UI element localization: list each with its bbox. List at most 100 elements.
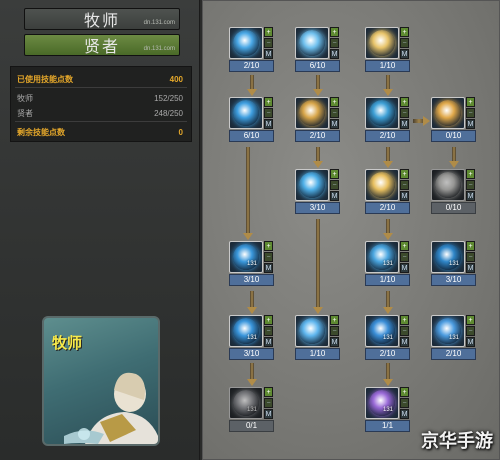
skill-icon-frame[interactable] bbox=[295, 169, 329, 201]
skill-max-button[interactable]: M bbox=[264, 119, 273, 129]
skill-icon-frame[interactable]: 131 bbox=[365, 241, 399, 273]
skill-slot[interactable]: + − M 6/10 bbox=[295, 27, 343, 75]
skill-slot[interactable]: 131 + − M 3/10 bbox=[229, 241, 277, 289]
skill-minus-button[interactable]: − bbox=[466, 326, 475, 336]
skill-max-button[interactable]: M bbox=[264, 409, 273, 419]
skill-plus-button[interactable]: + bbox=[466, 97, 475, 107]
cross-icon bbox=[299, 30, 325, 56]
skill-slot[interactable]: 131 + − M 3/10 bbox=[229, 315, 277, 363]
skill-plus-button[interactable]: + bbox=[400, 315, 409, 325]
skill-plus-button[interactable]: + bbox=[330, 169, 339, 179]
skill-icon-frame[interactable]: 131 bbox=[431, 241, 465, 273]
skill-plus-button[interactable]: + bbox=[264, 387, 273, 397]
skill-slot[interactable]: + − M 2/10 bbox=[229, 27, 277, 75]
skill-minus-button[interactable]: − bbox=[330, 38, 339, 48]
skill-plus-button[interactable]: + bbox=[400, 169, 409, 179]
arrow-down-icon bbox=[247, 307, 257, 314]
skill-max-button[interactable]: M bbox=[330, 337, 339, 347]
skill-icon-frame[interactable] bbox=[229, 27, 263, 59]
skill-plus-button[interactable]: + bbox=[330, 97, 339, 107]
skill-icon-frame[interactable] bbox=[229, 97, 263, 129]
skill-slot[interactable]: + − M 0/10 bbox=[431, 169, 479, 217]
skill-minus-button[interactable]: − bbox=[466, 252, 475, 262]
skill-icon-frame[interactable]: 131 bbox=[365, 387, 399, 419]
skill-minus-button[interactable]: − bbox=[400, 398, 409, 408]
skill-icon-frame[interactable]: 131 bbox=[365, 315, 399, 347]
skill-max-button[interactable]: M bbox=[466, 191, 475, 201]
skill-max-button[interactable]: M bbox=[330, 191, 339, 201]
skill-slot[interactable]: + − M 2/10 bbox=[295, 97, 343, 145]
skill-max-button[interactable]: M bbox=[330, 49, 339, 59]
skill-minus-button[interactable]: − bbox=[400, 252, 409, 262]
skill-minus-button[interactable]: − bbox=[466, 180, 475, 190]
skill-minus-button[interactable]: − bbox=[400, 326, 409, 336]
skill-plus-button[interactable]: + bbox=[330, 27, 339, 37]
skill-slot[interactable]: 131 + − M 3/10 bbox=[431, 241, 479, 289]
skill-icon-frame[interactable] bbox=[431, 97, 465, 129]
skill-slot[interactable]: 131 + − M 1/10 bbox=[365, 241, 413, 289]
skill-slot[interactable]: + − M 0/10 bbox=[431, 97, 479, 145]
skill-minus-button[interactable]: − bbox=[264, 252, 273, 262]
skill-icon-frame[interactable] bbox=[431, 169, 465, 201]
skill-minus-button[interactable]: − bbox=[264, 38, 273, 48]
skill-plus-button[interactable]: + bbox=[264, 315, 273, 325]
skill-slot[interactable]: + − M 2/10 bbox=[365, 169, 413, 217]
sage-points-label: 贤者 bbox=[17, 108, 33, 118]
skill-max-button[interactable]: M bbox=[466, 337, 475, 347]
skill-slot[interactable]: 131 + − M 0/1 bbox=[229, 387, 277, 435]
skill-max-button[interactable]: M bbox=[264, 49, 273, 59]
skill-minus-button[interactable]: − bbox=[264, 108, 273, 118]
skill-plus-button[interactable]: + bbox=[330, 315, 339, 325]
skill-icon-frame[interactable]: 131 bbox=[431, 315, 465, 347]
skill-slot[interactable]: + − M 1/10 bbox=[295, 315, 343, 363]
skill-plus-button[interactable]: + bbox=[264, 27, 273, 37]
skill-max-button[interactable]: M bbox=[400, 49, 409, 59]
skill-icon-frame[interactable] bbox=[295, 97, 329, 129]
skill-plus-button[interactable]: + bbox=[466, 169, 475, 179]
skill-plus-button[interactable]: + bbox=[400, 241, 409, 251]
skill-max-button[interactable]: M bbox=[400, 337, 409, 347]
skill-minus-button[interactable]: − bbox=[400, 108, 409, 118]
skill-icon-frame[interactable]: 131 bbox=[229, 387, 263, 419]
tab-sage[interactable]: 贤者 dn.131.com bbox=[24, 34, 180, 56]
skill-max-button[interactable]: M bbox=[400, 263, 409, 273]
skill-slot[interactable]: + − M 1/10 bbox=[365, 27, 413, 75]
skill-minus-button[interactable]: − bbox=[330, 180, 339, 190]
skill-plus-button[interactable]: + bbox=[264, 97, 273, 107]
skill-max-button[interactable]: M bbox=[466, 263, 475, 273]
skill-minus-button[interactable]: − bbox=[264, 326, 273, 336]
skill-minus-button[interactable]: − bbox=[264, 398, 273, 408]
skill-minus-button[interactable]: − bbox=[330, 108, 339, 118]
skill-slot[interactable]: + − M 6/10 bbox=[229, 97, 277, 145]
skill-plus-button[interactable]: + bbox=[466, 315, 475, 325]
skill-max-button[interactable]: M bbox=[330, 119, 339, 129]
skill-icon-frame[interactable] bbox=[365, 169, 399, 201]
skill-max-button[interactable]: M bbox=[264, 337, 273, 347]
skill-slot[interactable]: 131 + − M 2/10 bbox=[365, 315, 413, 363]
skill-icon-frame[interactable] bbox=[365, 97, 399, 129]
skill-icon-frame[interactable]: 131 bbox=[229, 241, 263, 273]
skill-plus-button[interactable]: + bbox=[264, 241, 273, 251]
skill-plus-button[interactable]: + bbox=[466, 241, 475, 251]
skill-plus-button[interactable]: + bbox=[400, 387, 409, 397]
skill-max-button[interactable]: M bbox=[400, 119, 409, 129]
skill-minus-button[interactable]: − bbox=[466, 108, 475, 118]
skill-icon-frame[interactable] bbox=[365, 27, 399, 59]
skill-max-button[interactable]: M bbox=[264, 263, 273, 273]
skill-minus-button[interactable]: − bbox=[400, 38, 409, 48]
tab-priest[interactable]: 牧师 dn.131.com bbox=[24, 8, 180, 30]
skill-minus-button[interactable]: − bbox=[400, 180, 409, 190]
skill-max-button[interactable]: M bbox=[400, 409, 409, 419]
skill-slot[interactable]: + − M 3/10 bbox=[295, 169, 343, 217]
skill-slot[interactable]: + − M 2/10 bbox=[365, 97, 413, 145]
skill-minus-button[interactable]: − bbox=[330, 326, 339, 336]
skill-slot[interactable]: 131 + − M 2/10 bbox=[431, 315, 479, 363]
skill-max-button[interactable]: M bbox=[466, 119, 475, 129]
skill-plus-button[interactable]: + bbox=[400, 97, 409, 107]
skill-slot[interactable]: 131 + − M 1/1 bbox=[365, 387, 413, 435]
skill-icon-frame[interactable]: 131 bbox=[229, 315, 263, 347]
skill-plus-button[interactable]: + bbox=[400, 27, 409, 37]
skill-max-button[interactable]: M bbox=[400, 191, 409, 201]
skill-icon-frame[interactable] bbox=[295, 315, 329, 347]
skill-icon-frame[interactable] bbox=[295, 27, 329, 59]
